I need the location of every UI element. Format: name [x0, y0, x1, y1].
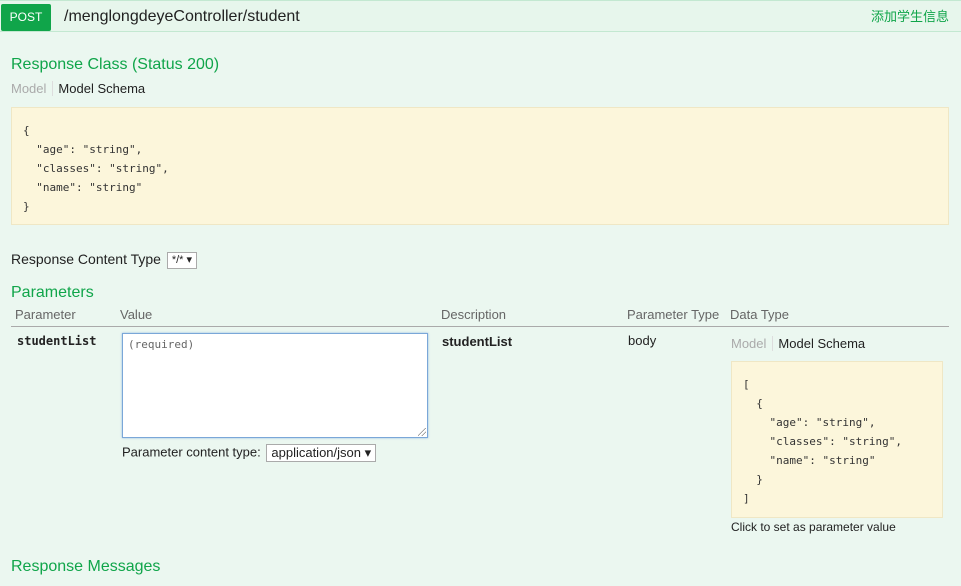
column-value: Value — [120, 307, 153, 322]
column-parameter: Parameter — [15, 307, 76, 322]
param-content-type-select[interactable]: application/json ▾ — [266, 444, 377, 462]
param-content-type-value: application/json — [271, 445, 361, 460]
param-content-type-row: Parameter content type: application/json… — [122, 444, 377, 462]
column-data-type: Data Type — [730, 307, 790, 322]
response-messages-title: Response Messages — [11, 558, 161, 575]
param-content-type-label: Parameter content type: — [122, 444, 261, 460]
param-value-placeholder: (required) — [128, 338, 195, 351]
dropdown-arrow-icon: ▾ — [364, 445, 372, 460]
parameters-table-header: Parameter Value Description Parameter Ty… — [11, 306, 949, 327]
response-model-schema[interactable]: { "age": "string", "classes": "string", … — [11, 107, 949, 225]
operation-header[interactable]: POST /menglongdeyeController/student 添加学… — [0, 0, 961, 32]
method-badge[interactable]: POST — [1, 4, 51, 31]
param-value-textarea[interactable]: (required) — [122, 333, 428, 438]
param-model-tabs: Model Model Schema — [731, 335, 865, 353]
response-class-title: Response Class (Status 200) — [11, 56, 220, 73]
parameters-title: Parameters — [11, 284, 94, 301]
tab-model-schema[interactable]: Model Schema — [53, 81, 145, 96]
tab-model-schema[interactable]: Model Schema — [773, 336, 865, 351]
response-content-type-label: Response Content Type — [11, 251, 161, 267]
param-model-schema[interactable]: [ { "age": "string", "classes": "string"… — [731, 361, 943, 518]
column-description: Description — [441, 307, 507, 322]
tab-model[interactable]: Model — [11, 81, 54, 96]
response-content-type-select[interactable]: */* ▾ — [166, 251, 198, 269]
click-to-set-hint: Click to set as parameter value — [731, 520, 896, 534]
param-type: body — [628, 333, 657, 348]
response-model-tabs: Model Model Schema — [11, 80, 145, 98]
operation-path[interactable]: /menglongdeyeController/student — [64, 7, 300, 27]
operation-summary[interactable]: 添加学生信息 — [871, 9, 949, 25]
param-name: studentList — [17, 334, 97, 348]
tab-model[interactable]: Model — [731, 336, 774, 351]
response-content-type-row: Response Content Type */* ▾ — [11, 250, 198, 269]
dropdown-arrow-icon: ▾ — [186, 253, 193, 266]
column-parameter-type: Parameter Type — [627, 307, 720, 322]
param-description: studentList — [442, 334, 513, 349]
resize-grip-icon[interactable] — [418, 428, 426, 436]
response-content-type-value: */* — [171, 253, 184, 266]
